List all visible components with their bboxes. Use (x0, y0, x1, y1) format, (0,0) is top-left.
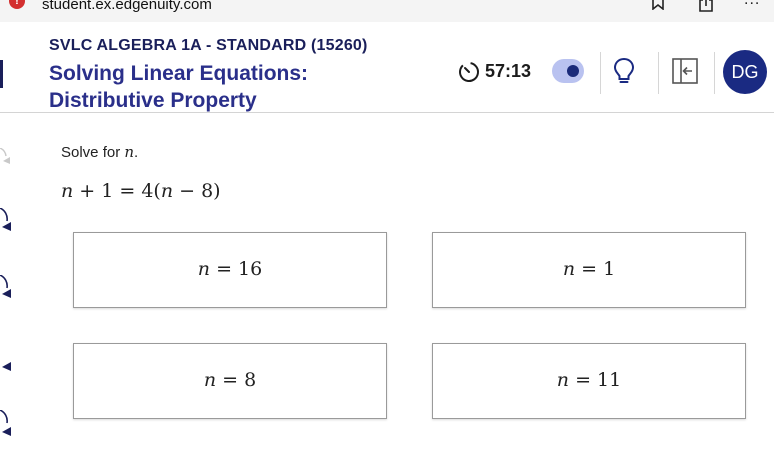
answer-choice-label: n = 8 (203, 369, 257, 391)
page-title: Solving Linear Equations: Distributive P… (49, 60, 308, 114)
header-divider (600, 52, 601, 94)
title-line-2: Distributive Property (49, 89, 257, 112)
answer-choice[interactable]: n = 11 (432, 343, 746, 419)
answer-choice-label: n = 16 (197, 258, 263, 280)
answer-choice[interactable]: n = 8 (73, 343, 387, 419)
prompt-variable: n (124, 143, 135, 161)
collapse-panel-icon[interactable] (672, 58, 698, 84)
site-warning-icon[interactable]: ! (9, 0, 25, 9)
timer-toggle[interactable] (552, 59, 584, 83)
progress-marker-icon (0, 60, 3, 88)
share-icon[interactable] (697, 0, 715, 12)
answer-choice[interactable]: n = 16 (73, 232, 387, 308)
browser-address-bar[interactable]: ! student.ex.edgenuity.com ... (0, 0, 774, 22)
answer-choice-label: n = 11 (556, 369, 622, 391)
equation-text: n + 1 = 4(n − 8) (61, 180, 221, 202)
timer-text: 57:13 (485, 61, 532, 81)
title-line-1: Solving Linear Equations: (49, 62, 309, 85)
url-text[interactable]: student.ex.edgenuity.com (42, 0, 212, 13)
progress-marker-icon (0, 410, 11, 436)
answer-choice-label: n = 1 (562, 258, 616, 280)
timer-icon (459, 62, 479, 82)
prompt-end: . (134, 144, 139, 161)
progress-marker-icon (0, 275, 11, 298)
progress-marker-icon (2, 362, 11, 371)
toggle-knob (567, 65, 579, 77)
more-menu-icon[interactable]: ... (744, 0, 760, 9)
user-avatar[interactable]: DG (723, 50, 767, 94)
progress-marker-icon (0, 148, 10, 164)
answer-choice[interactable]: n = 1 (432, 232, 746, 308)
hint-lightbulb-icon[interactable] (613, 57, 635, 87)
header-divider-line (0, 112, 774, 113)
course-name: SVLC ALGEBRA 1A - STANDARD (15260) (49, 37, 368, 54)
progress-marker-icon (0, 208, 11, 231)
question-equation: n + 1 = 4(n − 8) (61, 180, 221, 202)
bookmark-icon[interactable] (651, 0, 665, 10)
question-prompt: Solve for n. (61, 143, 138, 161)
prompt-text: Solve for (61, 144, 121, 161)
header-divider (714, 52, 715, 94)
header-divider (658, 52, 659, 94)
